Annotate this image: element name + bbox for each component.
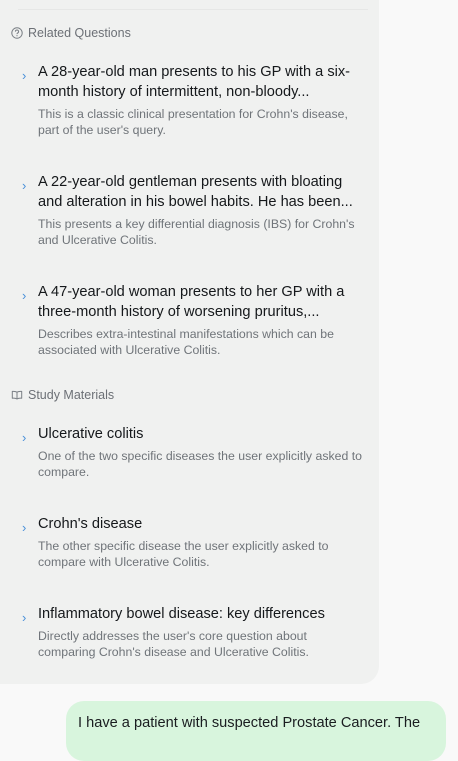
- section-title: Related Questions: [28, 26, 131, 40]
- chevron-right-icon: ›: [22, 68, 27, 83]
- question-description: Describes extra-intestinal manifestation…: [38, 327, 334, 357]
- study-material-item[interactable]: › Crohn's disease The other specific dis…: [22, 514, 362, 570]
- divider: [18, 9, 368, 10]
- material-title: Ulcerative colitis: [38, 426, 144, 442]
- material-description: The other specific disease the user expl…: [38, 539, 329, 569]
- question-title: A 28-year-old man presents to his GP wit…: [38, 64, 351, 100]
- question-title: A 47-year-old woman presents to her GP w…: [38, 284, 345, 320]
- chevron-right-icon: ›: [22, 610, 27, 625]
- chevron-right-icon: ›: [22, 520, 27, 535]
- question-circle-icon: [11, 27, 23, 39]
- material-title: Inflammatory bowel disease: key differen…: [38, 606, 325, 622]
- user-message-text: I have a patient with suspected Prostate…: [78, 715, 421, 731]
- question-description: This presents a key differential diagnos…: [38, 217, 355, 247]
- material-title: Crohn's disease: [38, 516, 143, 532]
- related-question-item[interactable]: › A 47-year-old woman presents to her GP…: [22, 282, 362, 358]
- material-description: One of the two specific diseases the use…: [38, 449, 362, 479]
- chevron-right-icon: ›: [22, 178, 27, 193]
- user-message-bubble: I have a patient with suspected Prostate…: [66, 701, 446, 761]
- related-question-item[interactable]: › A 22-year-old gentleman presents with …: [22, 172, 362, 248]
- book-open-icon: [11, 389, 23, 401]
- study-materials-header: Study Materials: [11, 387, 114, 403]
- question-description: This is a classic clinical presentation …: [38, 107, 348, 137]
- study-material-item[interactable]: › Ulcerative colitis One of the two spec…: [22, 424, 362, 480]
- chevron-right-icon: ›: [22, 288, 27, 303]
- section-title: Study Materials: [28, 388, 115, 402]
- related-questions-header: Related Questions: [11, 25, 131, 41]
- question-title: A 22-year-old gentleman presents with bl…: [38, 174, 353, 210]
- related-question-item[interactable]: › A 28-year-old man presents to his GP w…: [22, 62, 362, 138]
- chevron-right-icon: ›: [22, 430, 27, 445]
- study-material-item[interactable]: › Inflammatory bowel disease: key differ…: [22, 604, 362, 660]
- material-description: Directly addresses the user's core quest…: [38, 629, 309, 659]
